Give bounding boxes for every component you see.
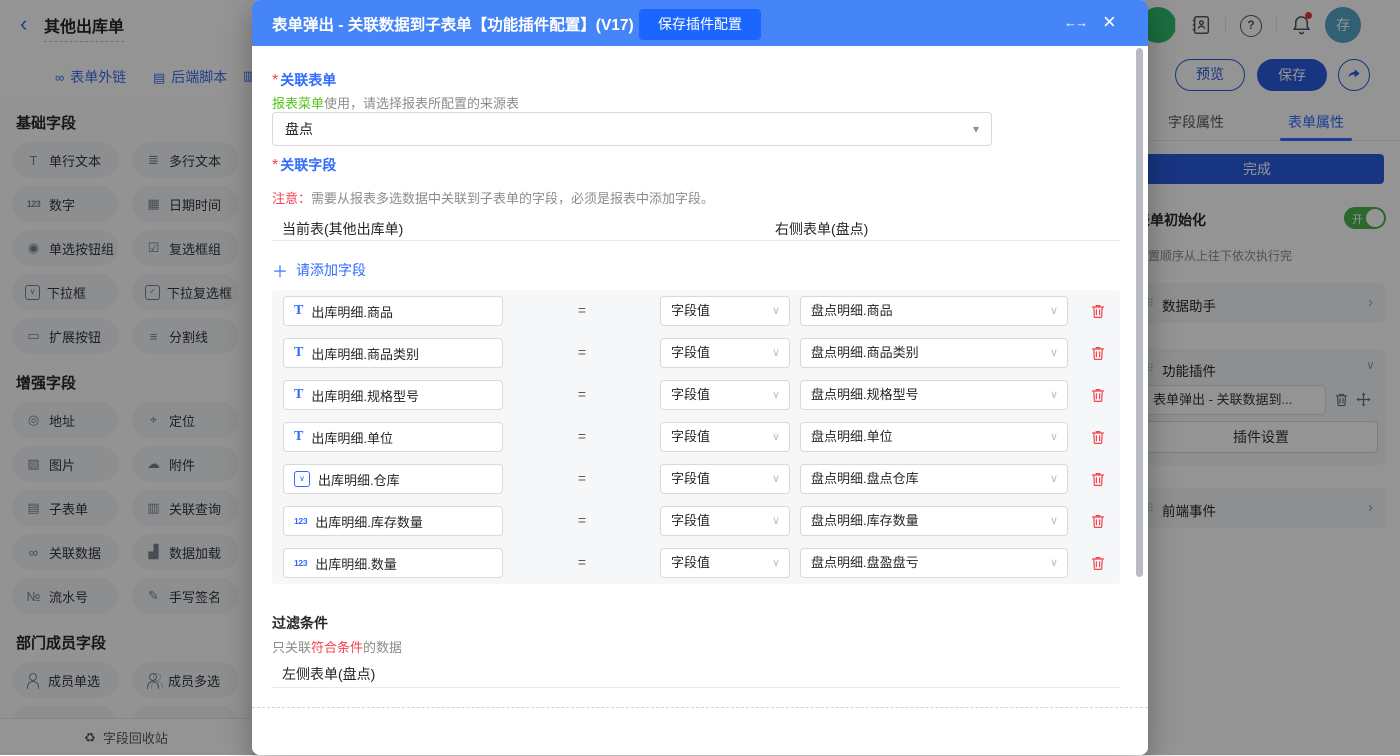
operator-select[interactable]: 字段值∨ [660,296,790,326]
resize-icon[interactable]: ←→ [1064,15,1086,30]
filter-condition-title: 过滤条件 [272,613,328,633]
modal-footer [252,707,1148,755]
related-form-hint: 报表菜单使用，请选择报表所配置的来源表 [272,93,519,112]
delete-row-button[interactable] [1090,345,1106,361]
right-field-select[interactable]: 盘点明细.规格型号∨ [800,380,1068,410]
caret-down-icon: ▾ [973,113,979,145]
column-header-left: 当前表(其他出库单) [282,219,403,239]
right-field-select[interactable]: 盘点明细.商品∨ [800,296,1068,326]
delete-row-button[interactable] [1090,429,1106,445]
filter-left-form-header: 左侧表单(盘点) [282,664,375,684]
left-field-input[interactable]: T出库明细.规格型号 [283,380,503,410]
left-field-input[interactable]: T出库明细.商品 [283,296,503,326]
caret-down-icon: ∨ [1050,297,1058,325]
delete-row-button[interactable] [1090,555,1106,571]
dropdown-field-icon: ∨ [294,471,310,487]
related-fields-label: *关联字段 [272,155,336,175]
delete-row-button[interactable] [1090,303,1106,319]
mapping-row: 123出库明细.库存数量 = 字段值∨ 盘点明细.库存数量∨ [272,500,1120,542]
operator-select[interactable]: 字段值∨ [660,506,790,536]
text-field-icon: T [294,387,303,403]
mapping-row: T出库明细.商品类别 = 字段值∨ 盘点明细.商品类别∨ [272,332,1120,374]
source-table-select[interactable]: 盘点▾ [272,112,992,146]
right-field-select[interactable]: 盘点明细.单位∨ [800,422,1068,452]
plugin-config-modal: 表单弹出 - 关联数据到子表单【功能插件配置】(V17) ←→ × *关联表单 … [252,0,1148,755]
plus-icon: ＋ [272,258,288,282]
left-field-input[interactable]: 123出库明细.库存数量 [283,506,503,536]
column-header-right: 右侧表单(盘点) [775,219,868,239]
add-field-link[interactable]: ＋ 请添加字段 [272,258,366,282]
mapping-row: T出库明细.规格型号 = 字段值∨ 盘点明细.规格型号∨ [272,374,1120,416]
delete-row-button[interactable] [1090,513,1106,529]
related-form-label: *关联表单 [272,70,336,90]
operator-select[interactable]: 字段值∨ [660,464,790,494]
number-field-icon: 123 [294,516,307,526]
text-field-icon: T [294,429,303,445]
right-field-select[interactable]: 盘点明细.盘点仓库∨ [800,464,1068,494]
text-field-icon: T [294,345,303,361]
left-field-input[interactable]: 123出库明细.数量 [283,548,503,578]
right-field-select[interactable]: 盘点明细.库存数量∨ [800,506,1068,536]
field-mapping-rows: T出库明细.商品 = 字段值∨ 盘点明细.商品∨ T出库明细.商品类别 = 字段… [272,290,1120,584]
operator-select[interactable]: 字段值∨ [660,380,790,410]
right-field-select[interactable]: 盘点明细.盘盈盘亏∨ [800,548,1068,578]
close-icon[interactable]: × [1103,10,1116,34]
operator-select[interactable]: 字段值∨ [660,422,790,452]
mapping-row: 123出库明细.数量 = 字段值∨ 盘点明细.盘盈盘亏∨ [272,542,1120,584]
filter-condition-hint: 只关联符合条件的数据 [272,637,402,656]
equals-sign: = [567,302,597,318]
left-field-input[interactable]: ∨出库明细.仓库 [283,464,503,494]
mapping-row: T出库明细.商品 = 字段值∨ 盘点明细.商品∨ [272,290,1120,332]
text-field-icon: T [294,303,303,319]
right-field-select[interactable]: 盘点明细.商品类别∨ [800,338,1068,368]
operator-select[interactable]: 字段值∨ [660,548,790,578]
mapping-row: T出库明细.单位 = 字段值∨ 盘点明细.单位∨ [272,416,1120,458]
left-field-input[interactable]: T出库明细.单位 [283,422,503,452]
note-text: 注意：需要从报表多选数据中关联到子表单的字段，必须是报表中添加字段。 [272,188,714,207]
left-field-input[interactable]: T出库明细.商品类别 [283,338,503,368]
save-plugin-config-button[interactable]: 保存插件配置 [639,9,761,40]
caret-down-icon: ∨ [772,297,780,325]
mapping-row: ∨出库明细.仓库 = 字段值∨ 盘点明细.盘点仓库∨ [272,458,1120,500]
delete-row-button[interactable] [1090,387,1106,403]
modal-scrollbar[interactable] [1136,48,1143,577]
number-field-icon: 123 [294,558,307,568]
delete-row-button[interactable] [1090,471,1106,487]
modal-title: 表单弹出 - 关联数据到子表单【功能插件配置】(V17) [272,13,634,35]
operator-select[interactable]: 字段值∨ [660,338,790,368]
